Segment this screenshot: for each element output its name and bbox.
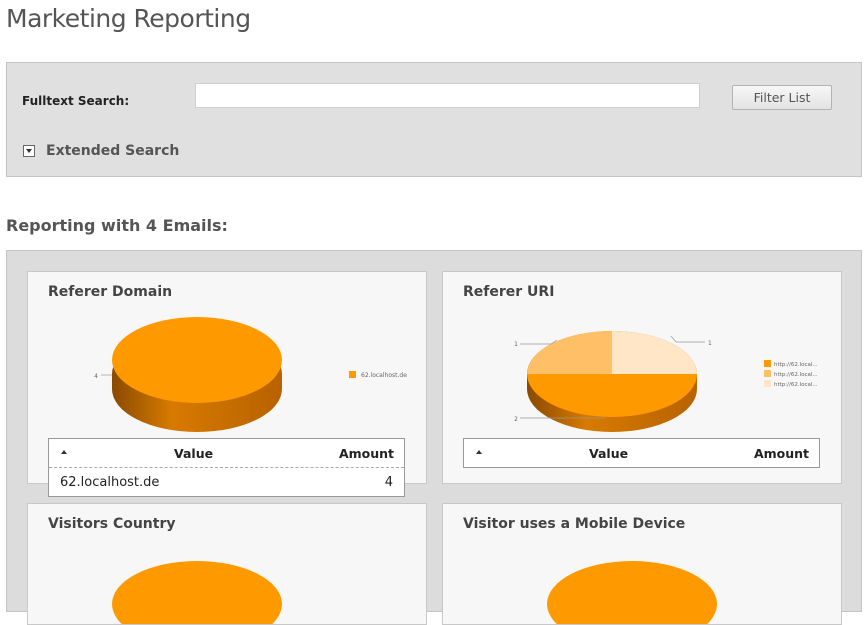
referer-uri-table: Value Amount xyxy=(463,438,820,468)
sort-up-icon[interactable] xyxy=(61,450,67,454)
legend-swatch xyxy=(764,360,771,367)
pie-data-label: 1 xyxy=(514,341,518,348)
referer-domain-pie-chart: 4 62.localhost.de xyxy=(94,317,407,432)
table-header: Value Amount xyxy=(464,439,819,467)
report-area: Referer Domain 4 62.localhost.de Value A… xyxy=(6,250,862,625)
referer-domain-table: Value Amount 62.localhost.de 4 xyxy=(48,438,405,497)
fulltext-search-input[interactable] xyxy=(195,83,700,108)
legend-swatch xyxy=(349,371,356,378)
legend-label: http://62.local... xyxy=(774,372,818,378)
pie-leader-line xyxy=(670,335,705,343)
pie-data-label: 4 xyxy=(94,373,98,380)
sort-up-icon[interactable] xyxy=(476,450,482,454)
table-header: Value Amount xyxy=(49,439,404,467)
pie-slice[interactable] xyxy=(612,331,697,374)
table-row[interactable]: 62.localhost.de 4 xyxy=(49,467,404,496)
row-value: 62.localhost.de xyxy=(60,475,160,490)
referer-uri-card: Referer URI 1 1 2 http://62.local... htt… xyxy=(442,271,842,484)
column-header-value[interactable]: Value xyxy=(174,446,213,461)
extended-search-label: Extended Search xyxy=(46,143,180,159)
page-title: Marketing Reporting xyxy=(6,4,251,33)
pie-slice[interactable] xyxy=(112,561,282,624)
referer-uri-pie-chart: 1 1 2 http://62.local... http://62.local… xyxy=(514,331,818,432)
filter-list-button[interactable]: Filter List xyxy=(732,85,832,110)
column-header-amount[interactable]: Amount xyxy=(754,446,809,461)
expand-icon[interactable] xyxy=(23,145,35,157)
visitors-country-card: Visitors Country xyxy=(27,503,427,625)
pie-data-label: 2 xyxy=(514,416,518,423)
report-heading: Reporting with 4 Emails: xyxy=(6,216,228,235)
mobile-device-card: Visitor uses a Mobile Device xyxy=(442,503,842,625)
pie-slice[interactable] xyxy=(547,561,717,624)
legend-swatch xyxy=(764,370,771,377)
legend-label: 62.localhost.de xyxy=(361,372,407,379)
legend-label: http://62.local... xyxy=(774,362,818,368)
referer-domain-card: Referer Domain 4 62.localhost.de Value A… xyxy=(27,271,427,497)
pie-data-label: 1 xyxy=(708,340,712,347)
column-header-value[interactable]: Value xyxy=(589,446,628,461)
legend-swatch xyxy=(764,380,771,387)
legend-label: http://62.local... xyxy=(774,382,818,388)
mobile-device-pie-chart xyxy=(547,561,717,624)
fulltext-search-label: Fulltext Search: xyxy=(22,94,130,108)
visitors-country-pie-chart xyxy=(112,561,282,624)
extended-search-toggle[interactable]: Extended Search xyxy=(23,143,179,159)
pie-slice[interactable] xyxy=(112,317,282,432)
search-panel: Fulltext Search: Filter List Extended Se… xyxy=(6,62,862,177)
column-header-amount[interactable]: Amount xyxy=(339,446,394,461)
row-amount: 4 xyxy=(384,475,393,490)
pie-leader-line xyxy=(520,339,558,345)
pie-slice[interactable] xyxy=(527,331,612,374)
